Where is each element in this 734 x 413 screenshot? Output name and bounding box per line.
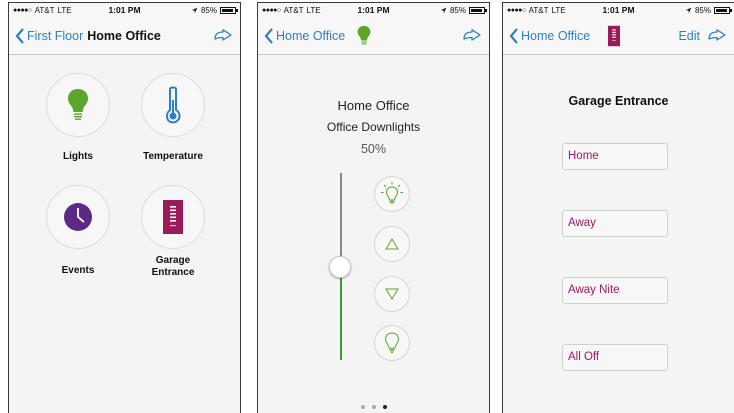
battery-icon <box>469 6 487 14</box>
carrier-name: AT&T <box>528 5 549 15</box>
status-time: 1:01 PM <box>602 5 635 15</box>
scene-button-all-off[interactable]: All Off <box>562 344 668 371</box>
share-icon[interactable] <box>707 29 727 43</box>
location-icon <box>685 7 692 13</box>
status-bar: ●●●●○ AT&T LTE 1:01 PM 85% <box>9 3 240 17</box>
back-label: First Floor <box>27 28 84 43</box>
tile-label-line1: Garage <box>155 255 191 266</box>
status-bar: ●●●●○ AT&T LTE 1:01 PM 85% <box>258 3 489 17</box>
battery-percent: 85% <box>449 5 466 15</box>
clock-icon <box>64 203 92 231</box>
slider-fill <box>340 266 342 360</box>
page-dot <box>371 405 376 409</box>
lower-button[interactable] <box>374 276 410 312</box>
light-off-icon <box>384 332 400 353</box>
back-label: Home Office <box>521 28 591 43</box>
tile-label: Lights <box>63 151 93 162</box>
tile-lights[interactable]: Lights <box>33 73 123 163</box>
carrier-name: AT&T <box>34 5 55 15</box>
battery-percent: 85% <box>694 5 711 15</box>
location-icon <box>440 7 447 13</box>
raise-icon <box>385 238 399 250</box>
share-icon[interactable] <box>462 29 482 43</box>
page-dot-active <box>382 405 387 409</box>
level-readout: 50% <box>360 142 387 156</box>
lights-circle <box>46 73 110 137</box>
edit-button[interactable]: Edit <box>678 29 700 43</box>
network-type: LTE <box>57 5 72 15</box>
status-bar: ●●●●○ AT&T LTE 1:01 PM 85% <box>503 3 734 17</box>
page-dot <box>360 405 365 409</box>
network-type: LTE <box>551 5 566 15</box>
nav-bar: Home Office Edit <box>503 17 734 55</box>
page-title: Home Office <box>87 28 161 43</box>
light-on-button[interactable] <box>374 176 410 212</box>
room-name: Home Office <box>337 98 410 113</box>
signal-indicator: ●●●●○ <box>507 6 526 14</box>
tile-label: Events <box>61 265 95 276</box>
back-button[interactable]: First Floor <box>15 27 84 44</box>
tile-temperature[interactable]: Temperature <box>128 73 218 163</box>
scene-button-away-nite[interactable]: Away Nite <box>562 277 668 304</box>
screen-light-control: ●●●●○ AT&T LTE 1:01 PM 85% Home Office Hom… <box>257 2 490 413</box>
battery-icon <box>714 6 732 14</box>
tile-label-line2: Entrance <box>151 267 195 278</box>
slider-knob[interactable] <box>329 255 351 278</box>
back-label: Home Office <box>276 28 346 43</box>
keypad-icon <box>608 25 621 46</box>
screen-room-overview: ●●●●○ AT&T LTE 1:01 PM 85% First Floor Hom… <box>8 2 241 413</box>
lightbulb-icon <box>357 25 371 44</box>
back-button[interactable]: Home Office <box>509 27 591 44</box>
light-off-button[interactable] <box>374 325 410 361</box>
scene-button-home[interactable]: Home <box>562 143 668 170</box>
back-button[interactable]: Home Office <box>264 27 346 44</box>
chevron-left-icon <box>264 27 273 44</box>
lower-icon <box>385 288 399 300</box>
nav-bar: First Floor Home Office <box>9 17 240 55</box>
scene-button-away[interactable]: Away <box>562 210 668 237</box>
raise-button[interactable] <box>374 226 410 262</box>
battery-icon <box>220 6 238 14</box>
temperature-circle <box>141 73 205 137</box>
chevron-left-icon <box>509 27 518 44</box>
network-type: LTE <box>306 5 321 15</box>
tile-label: Temperature <box>143 151 203 162</box>
battery-percent: 85% <box>200 5 217 15</box>
signal-indicator: ●●●●○ <box>13 6 32 14</box>
status-time: 1:01 PM <box>108 5 141 15</box>
garage-circle <box>141 185 205 249</box>
carrier-name: AT&T <box>283 5 304 15</box>
location-icon <box>191 7 198 13</box>
light-on-icon <box>381 182 403 204</box>
keypad-title: Garage Entrance <box>568 94 669 108</box>
keypad-icon <box>163 200 183 234</box>
thermometer-icon <box>165 86 181 124</box>
chevron-left-icon <box>15 27 24 44</box>
screen-keypad-scenes: ●●●●○ AT&T LTE 1:01 PM 85% Home Office Edi… <box>502 2 734 413</box>
device-name: Office Downlights <box>326 120 421 134</box>
page-indicator <box>258 405 489 409</box>
lightbulb-icon <box>68 89 88 120</box>
tile-label: Garage Entrance <box>128 255 218 279</box>
nav-bar: Home Office <box>258 17 489 55</box>
signal-indicator: ●●●●○ <box>262 6 281 14</box>
status-time: 1:01 PM <box>357 5 390 15</box>
tile-garage-entrance[interactable]: Garage Entrance <box>128 185 218 279</box>
events-circle <box>46 185 110 249</box>
share-icon[interactable] <box>213 29 233 43</box>
tile-events[interactable]: Events <box>33 185 123 277</box>
